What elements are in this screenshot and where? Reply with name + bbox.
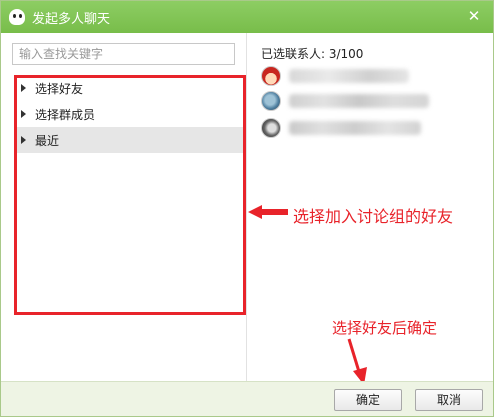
dialog-window: 发起多人聊天 ✕ 选择好友 选择群成员 最近 已选联系人: 3/100 — [0, 0, 494, 417]
contact-tree: 选择好友 选择群成员 最近 — [15, 75, 244, 153]
selected-contact-item[interactable] — [261, 117, 421, 139]
avatar — [261, 91, 281, 111]
tree-item-label: 最近 — [35, 133, 60, 148]
close-icon[interactable]: ✕ — [466, 8, 482, 24]
tree-item-recent[interactable]: 最近 — [15, 127, 244, 153]
avatar — [261, 118, 281, 138]
expand-arrow-icon[interactable] — [21, 110, 26, 118]
title-bar[interactable]: 发起多人聊天 ✕ — [1, 1, 493, 33]
annotation-arrow-down — [347, 338, 367, 385]
tree-item-label: 选择群成员 — [35, 107, 96, 122]
window-title: 发起多人聊天 — [32, 11, 111, 27]
annotation-confirm: 选择好友后确定 — [332, 319, 438, 337]
dialog-footer: 确定 取消 — [1, 381, 493, 416]
blurred-name — [289, 121, 421, 135]
selected-count-label: 已选联系人: 3/100 — [261, 47, 364, 61]
blurred-name — [289, 69, 409, 83]
contact-picker-pane: 选择好友 选择群成员 最近 — [1, 33, 246, 381]
selected-contact-item[interactable] — [261, 90, 429, 112]
selected-contact-item[interactable] — [261, 65, 409, 87]
cancel-button[interactable]: 取消 — [415, 389, 483, 411]
search-input[interactable] — [12, 43, 235, 65]
tree-item-friends[interactable]: 选择好友 — [15, 75, 244, 101]
confirm-button[interactable]: 确定 — [334, 389, 402, 411]
annotation-pick-friends: 选择加入讨论组的好友 — [293, 207, 454, 226]
qq-penguin-icon — [9, 9, 25, 25]
tree-item-label: 选择好友 — [35, 81, 84, 96]
expand-arrow-icon[interactable] — [21, 84, 26, 92]
blurred-name — [289, 94, 429, 108]
avatar — [261, 66, 281, 86]
expand-arrow-icon[interactable] — [21, 136, 26, 144]
tree-item-group-members[interactable]: 选择群成员 — [15, 101, 244, 127]
annotation-arrow-left — [248, 205, 288, 219]
